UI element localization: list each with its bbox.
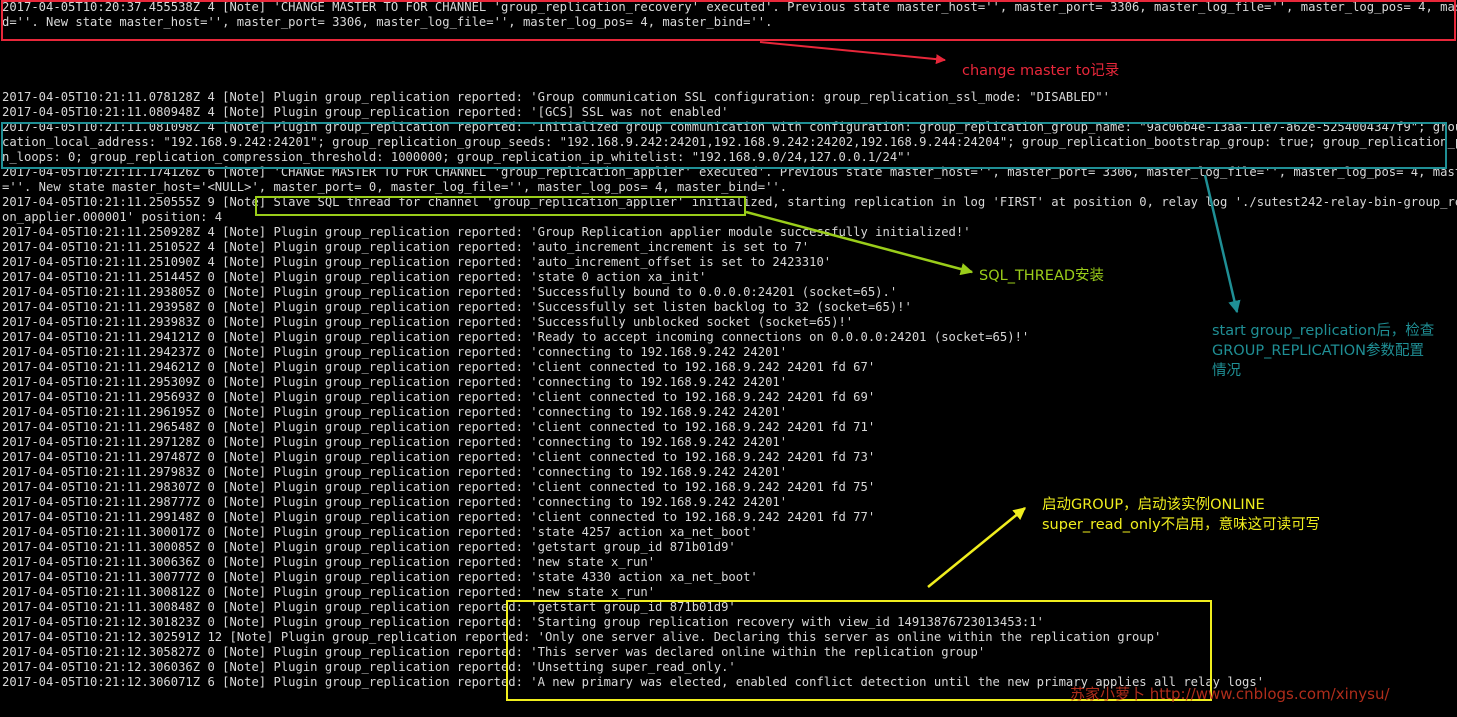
annotation-change-master: change master to记录 <box>962 63 1120 79</box>
arrow-online <box>927 507 1026 588</box>
watermark: 苏家小萝卜 http://www.cnblogs.com/xinysu/ <box>1070 685 1390 703</box>
annotation-sql-thread: SQL_THREAD安装 <box>979 268 1105 284</box>
annotation-start-group-2: GROUP_REPLICATION参数配置 <box>1212 343 1424 359</box>
annotation-online-2: super_read_only不启用，意味这可读可写 <box>1042 517 1321 533</box>
annotation-online-1: 启动GROUP，启动该实例ONLINE <box>1042 497 1265 513</box>
arrow-sql-thread <box>745 210 974 276</box>
arrow-change-master <box>759 41 946 65</box>
annotation-start-group-1: start group_replication后，检查 <box>1212 323 1435 339</box>
arrow-start-group <box>1203 174 1241 314</box>
annotation-start-group-3: 情况 <box>1212 363 1241 379</box>
